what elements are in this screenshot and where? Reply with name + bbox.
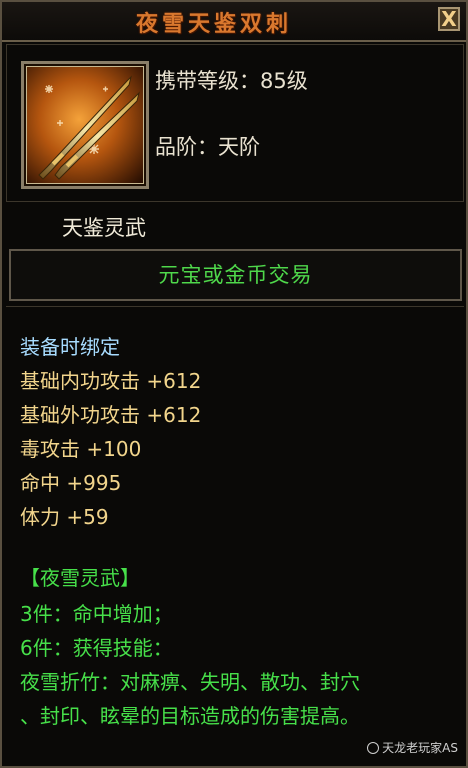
stat-line: 体力 +59: [20, 505, 109, 529]
title-bar: 夜雪天鉴双刺 X: [2, 2, 466, 42]
stat-line: 基础内功攻击 +612: [20, 369, 202, 393]
close-button[interactable]: X: [438, 7, 460, 31]
item-name-title: 夜雪天鉴双刺: [135, 12, 292, 37]
set-bonus-line: 6件：获得技能：: [20, 636, 173, 660]
watermark: 天龙老玩家AS: [367, 739, 458, 756]
close-icon: X: [441, 7, 457, 31]
item-type-row: 天鉴灵武: [6, 206, 464, 244]
item-grade: 品阶：天阶: [155, 135, 260, 159]
set-bonus-line: 夜雪折竹：对麻痹、失明、散功、封穴: [20, 670, 360, 694]
attributes-section: 装备时绑定 基础内功攻击 +612 基础外功攻击 +612 毒攻击 +100 命…: [6, 306, 464, 765]
stat-line: 命中 +995: [20, 471, 122, 495]
item-header: 携带等级：85级 品阶：天阶: [6, 44, 464, 202]
stat-line: 毒攻击 +100: [20, 437, 142, 461]
stat-line: 基础外功攻击 +612: [20, 403, 202, 427]
item-tooltip-panel: 夜雪天鉴双刺 X 携带等级：85级 品阶：天阶 天鉴灵武 元宝或金币交易 装备时…: [0, 0, 468, 768]
watermark-text: 天龙老玩家AS: [382, 741, 458, 755]
trade-method: 元宝或金币交易: [158, 263, 313, 287]
dual-daggers-icon: [26, 66, 144, 184]
set-bonus-line: 3件：命中增加；: [20, 602, 173, 626]
watermark-icon: [367, 741, 380, 754]
carry-level: 携带等级：85级: [155, 69, 308, 93]
bind-status: 装备时绑定: [20, 335, 120, 359]
set-name: 【夜雪灵武】: [20, 566, 140, 590]
trade-info-box: 元宝或金币交易: [9, 249, 462, 301]
item-type: 天鉴灵武: [62, 216, 146, 240]
item-icon-frame: [21, 61, 149, 189]
set-bonus-line: 、封印、眩晕的目标造成的伤害提高。: [20, 704, 360, 728]
